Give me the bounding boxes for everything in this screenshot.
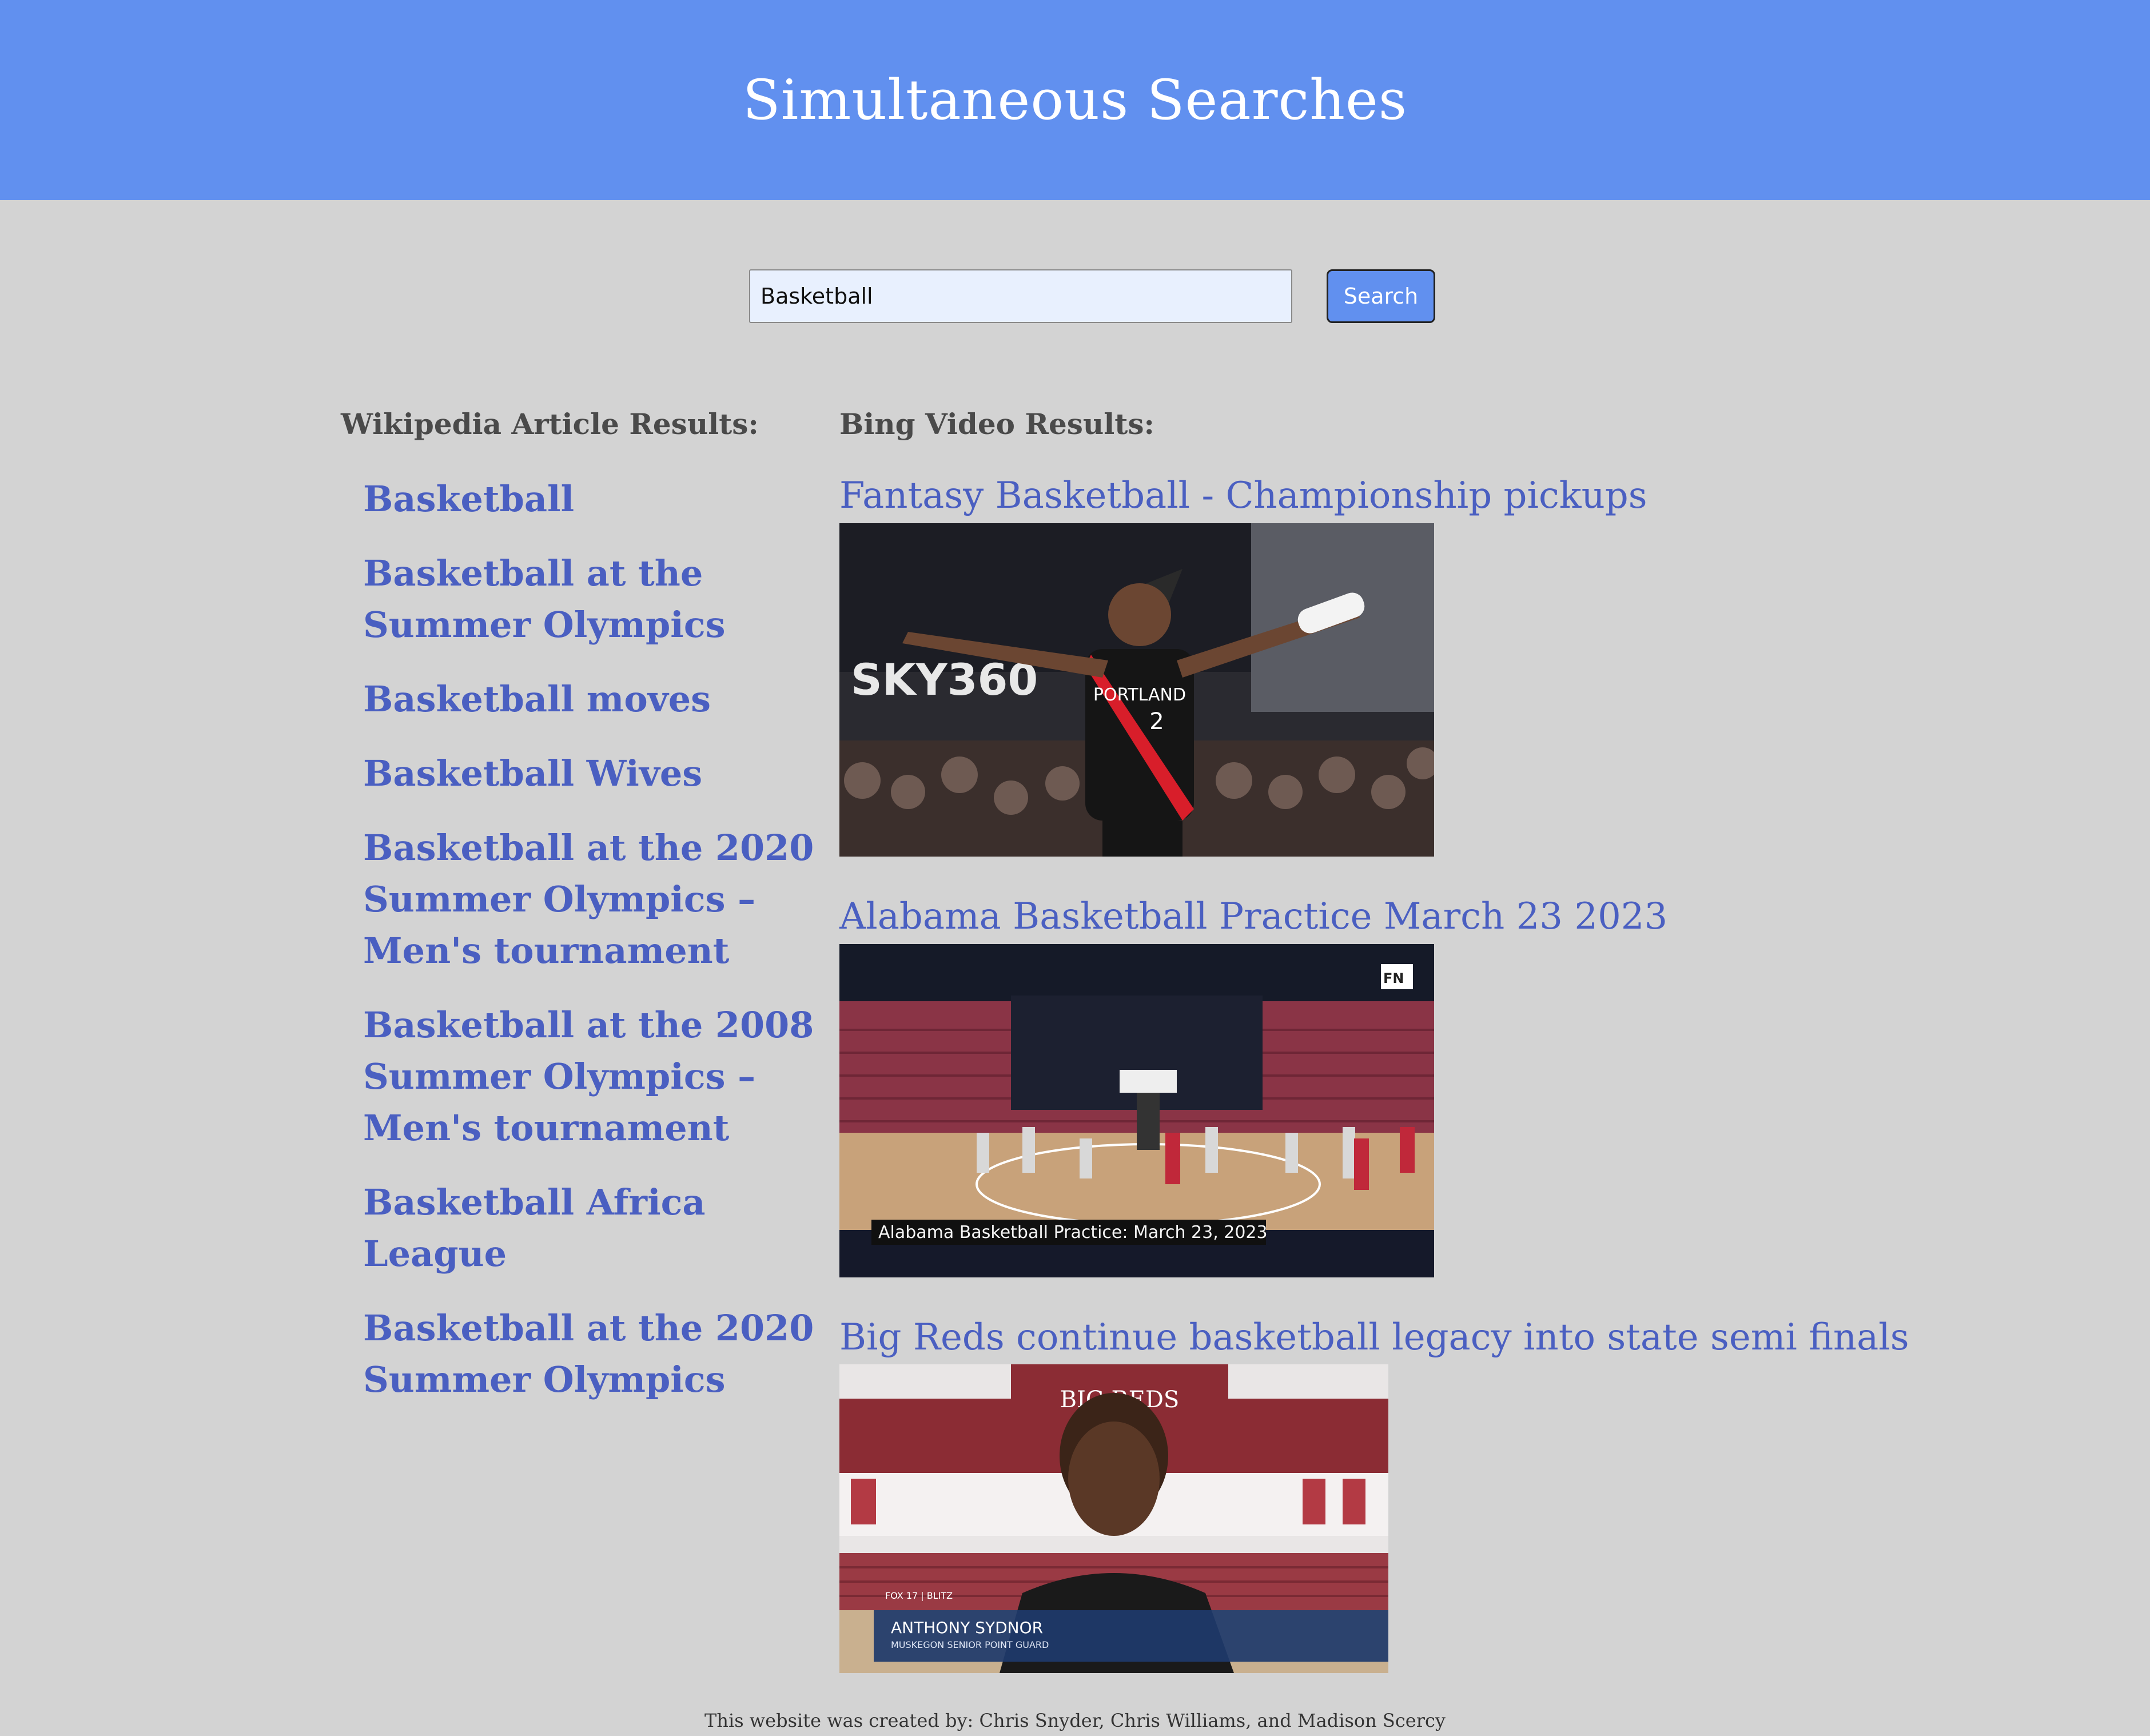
thumb-text: Alabama Basketball Practice: March 23, 2…	[878, 1223, 1268, 1243]
video-thumbnail-image: SKY360 PORTLAND 2	[839, 523, 1434, 857]
video-thumbnail[interactable]: Alabama Basketball Practice: March 23, 2…	[839, 944, 1434, 1277]
site-footer: This website was created by: Chris Snyde…	[704, 1710, 1446, 1731]
site-title: Simultaneous Searches	[742, 68, 1408, 132]
video-thumbnail[interactable]: SKY360 PORTLAND 2	[839, 523, 1434, 857]
wikipedia-result-link[interactable]: Basketball Wives	[363, 748, 821, 799]
list-item: Basketball Africa League	[363, 1177, 821, 1280]
video-thumbnail-image: BIG REDS FOX 17 | BLITZ ANTHONY SYDNOR M…	[839, 1364, 1388, 1673]
list-item: Basketball at the Summer Olympics	[363, 548, 821, 651]
search-button[interactable]: Search	[1327, 269, 1435, 323]
list-item: Basketball	[363, 473, 821, 525]
thumb-text: ANTHONY SYDNOR	[891, 1618, 1043, 1637]
thumb-text: 2	[1149, 708, 1164, 735]
thumb-text: MUSKEGON SENIOR POINT GUARD	[891, 1639, 1049, 1650]
bing-results-heading: Bing Video Results:	[839, 407, 1154, 441]
wikipedia-results-heading: Wikipedia Article Results:	[341, 407, 759, 441]
wikipedia-result-link[interactable]: Basketball	[363, 473, 821, 525]
video-thumbnail-image: Alabama Basketball Practice: March 23, 2…	[839, 944, 1434, 1277]
wikipedia-result-link[interactable]: Basketball Africa League	[363, 1177, 821, 1280]
wikipedia-result-link[interactable]: Basketball at the 2008 Summer Olympics –…	[363, 1000, 821, 1154]
thumb-text: PORTLAND	[1093, 685, 1186, 705]
wikipedia-results-list: Basketball Basketball at the Summer Olym…	[363, 473, 821, 1428]
thumb-text: SKY360	[851, 654, 1038, 705]
wikipedia-result-link[interactable]: Basketball at the 2020 Summer Olympics –…	[363, 822, 821, 977]
site-header: Simultaneous Searches	[0, 0, 2150, 200]
wikipedia-result-link[interactable]: Basketball moves	[363, 674, 821, 725]
list-item: Basketball moves	[363, 674, 821, 725]
thumb-text: FOX 17 | BLITZ	[885, 1590, 953, 1601]
list-item: Basketball Wives	[363, 748, 821, 799]
search-input[interactable]	[749, 269, 1292, 323]
list-item: Basketball at the 2008 Summer Olympics –…	[363, 1000, 821, 1154]
video-title-link[interactable]: Big Reds continue basketball legacy into…	[839, 1316, 1909, 1359]
video-thumbnail[interactable]: BIG REDS FOX 17 | BLITZ ANTHONY SYDNOR M…	[839, 1364, 1388, 1673]
wikipedia-result-link[interactable]: Basketball at the 2020 Summer Olympics	[363, 1303, 821, 1405]
wikipedia-result-link[interactable]: Basketball at the Summer Olympics	[363, 548, 821, 651]
list-item: Basketball at the 2020 Summer Olympics	[363, 1303, 821, 1405]
video-title-link[interactable]: Alabama Basketball Practice March 23 202…	[839, 895, 1667, 938]
page: Simultaneous Searches Search Wikipedia A…	[0, 0, 2150, 1736]
list-item: Basketball at the 2020 Summer Olympics –…	[363, 822, 821, 977]
video-title-link[interactable]: Fantasy Basketball - Championship pickup…	[839, 475, 1647, 517]
thumb-text: FN	[1383, 970, 1404, 986]
